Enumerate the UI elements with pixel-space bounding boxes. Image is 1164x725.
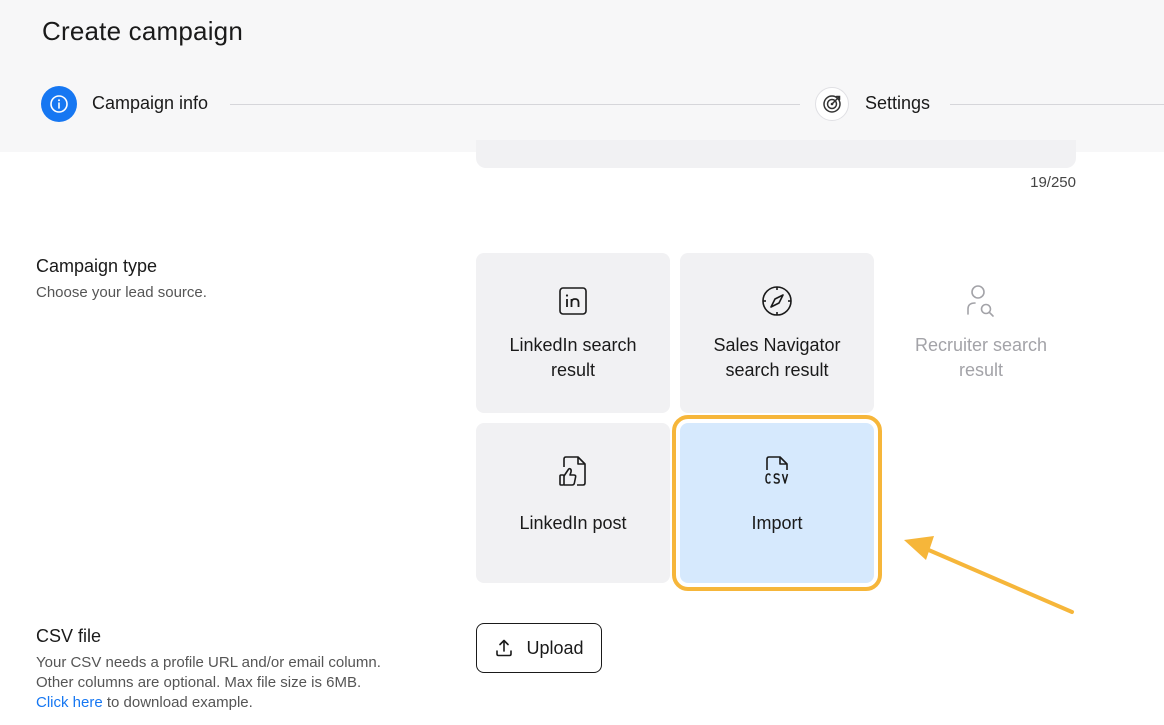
target-icon[interactable] [815, 87, 849, 121]
char-counter: 19/250 [1030, 174, 1076, 191]
upload-button[interactable]: Upload [476, 623, 602, 673]
info-icon[interactable] [41, 86, 77, 122]
option-sales-navigator[interactable]: Sales Navigator search result [680, 253, 874, 413]
download-example-link[interactable]: Click here [36, 694, 103, 711]
option-label: Import [751, 513, 803, 533]
csv-file-description: Your CSV needs a profile URL and/or emai… [36, 653, 381, 713]
user-search-icon [964, 283, 998, 319]
csv-download-line: Click here to download example. [36, 693, 381, 713]
campaign-type-title: Campaign type [36, 256, 158, 276]
campaign-name-textarea[interactable] [476, 140, 1076, 168]
option-linkedin-post[interactable]: LinkedIn post [476, 423, 670, 583]
option-import[interactable]: Import [672, 415, 882, 591]
option-label: LinkedIn search result [509, 335, 637, 380]
option-recruiter-search: Recruiter search result [884, 253, 1078, 413]
page-title: Create campaign [42, 16, 243, 46]
option-label: Sales Navigator search result [713, 335, 841, 380]
thumbs-up-file-icon [557, 453, 589, 489]
upload-icon [496, 639, 513, 657]
step-campaign-info[interactable]: Campaign info [92, 93, 208, 114]
option-label: Recruiter search result [914, 335, 1048, 380]
csv-file-icon [760, 453, 794, 489]
linkedin-icon [557, 283, 589, 319]
step-connector [230, 104, 800, 105]
csv-file-title: CSV file [36, 626, 102, 646]
download-example-suffix: to download example. [102, 694, 253, 711]
option-label: LinkedIn post [519, 513, 627, 533]
page-header: Create campaign Campaign info Settings [0, 0, 1164, 152]
campaign-type-description: Choose your lead source. [36, 284, 207, 301]
option-linkedin-search[interactable]: LinkedIn search result [476, 253, 670, 413]
compass-icon [760, 283, 794, 319]
upload-label: Upload [526, 637, 584, 658]
step-settings[interactable]: Settings [865, 93, 930, 114]
csv-description-line: Other columns are optional. Max file siz… [36, 674, 362, 691]
csv-description-line: Your CSV needs a profile URL and/or emai… [36, 654, 381, 671]
step-connector [950, 104, 1164, 105]
